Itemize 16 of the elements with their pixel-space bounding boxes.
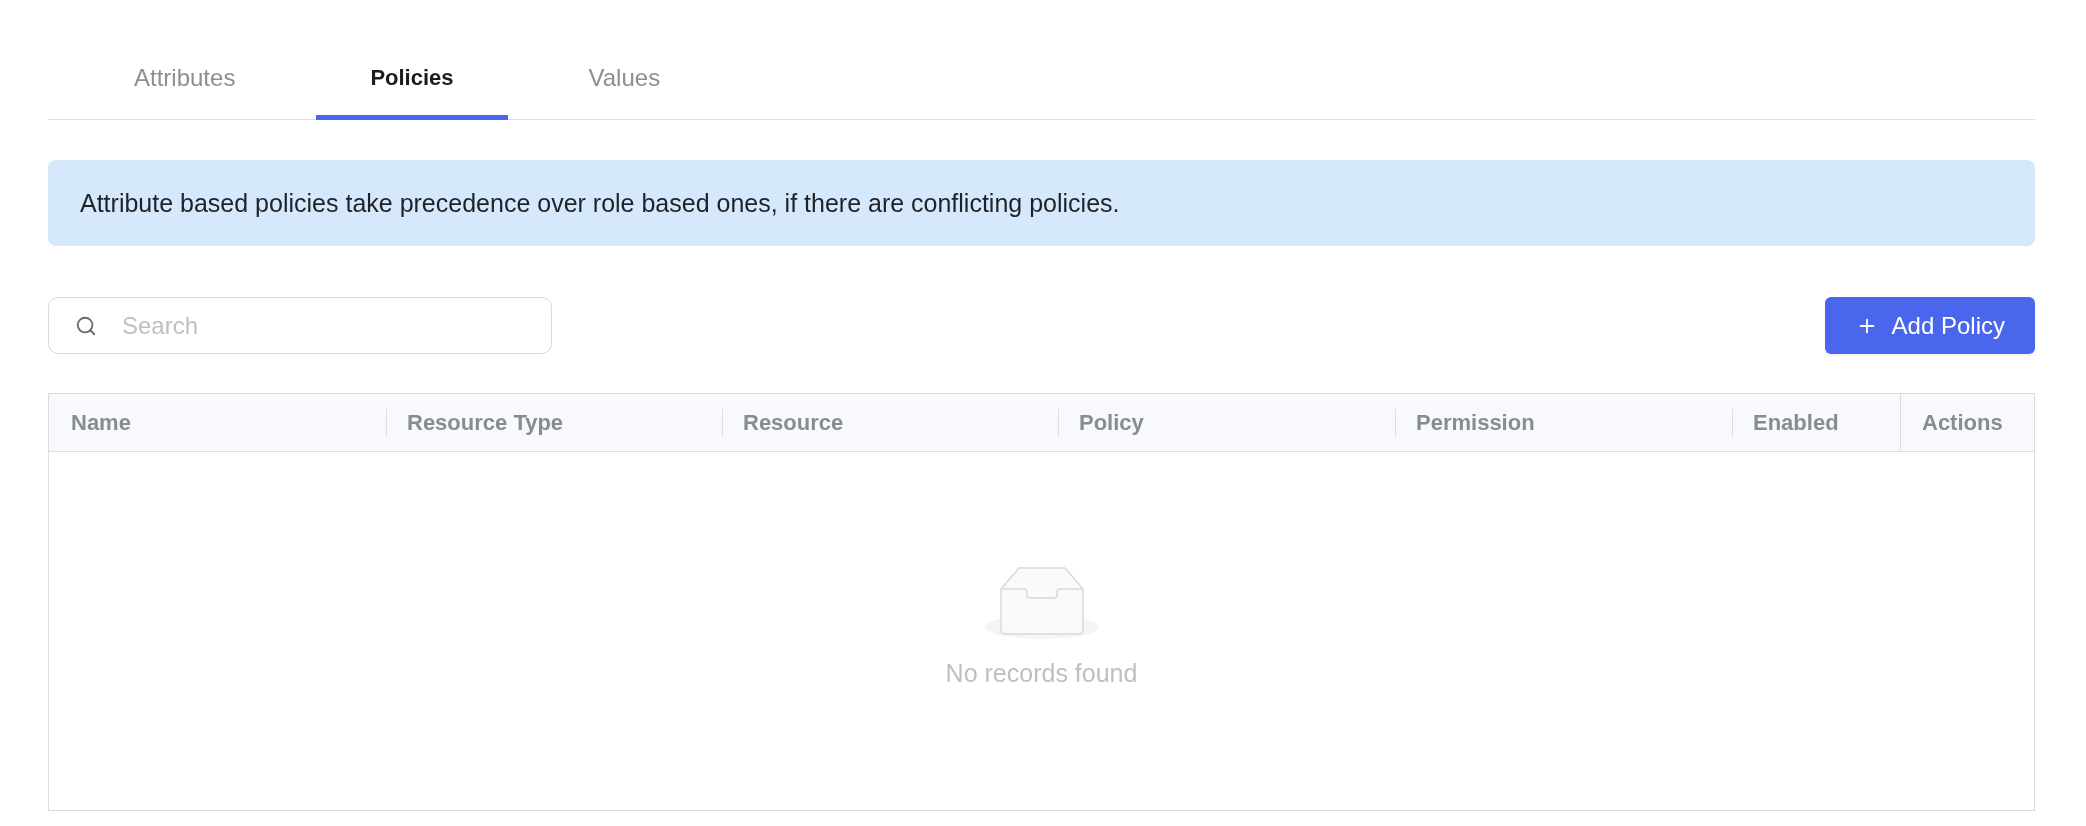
tab[interactable]: Policies [316, 36, 508, 120]
tab[interactable]: Attributes [80, 36, 290, 120]
column-header: Permission [1416, 409, 1535, 436]
column-header: Name [71, 409, 131, 436]
info-text: Attribute based policies take precedence over role based ones, if there are conflicting policies. [80, 188, 1120, 218]
search-field[interactable]: Search [48, 297, 552, 354]
search-icon [75, 315, 97, 337]
column-header: Resource Type [407, 409, 564, 436]
inbox-icon [984, 566, 1099, 639]
empty-message: No records found [945, 658, 1138, 688]
column-header: Enabled [1753, 409, 1839, 436]
column-header: Actions [1922, 409, 2003, 436]
tab[interactable]: Values [534, 36, 715, 120]
column-header: Resource [743, 409, 844, 436]
add-policy-button[interactable]: Add Policy [1824, 297, 2035, 354]
column-header: Policy [1079, 409, 1144, 436]
